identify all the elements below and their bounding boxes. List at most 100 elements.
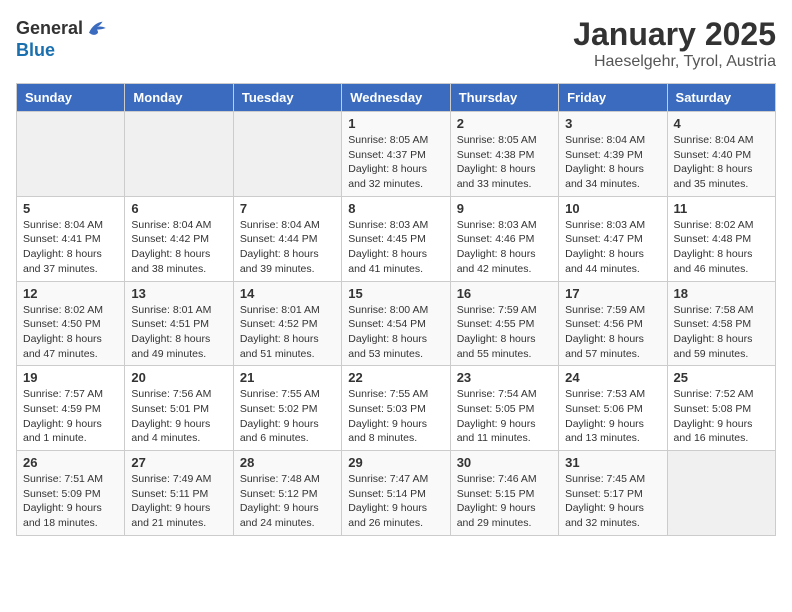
weekday-header-tuesday: Tuesday [233,84,341,112]
calendar-day-cell: 10 Sunrise: 8:03 AM Sunset: 4:47 PM Dayli… [559,196,667,281]
day-number: 9 [457,201,552,216]
day-info: Sunrise: 7:47 AM Sunset: 5:14 PM Dayligh… [348,472,443,531]
calendar-day-cell: 19 Sunrise: 7:57 AM Sunset: 4:59 PM Dayli… [17,366,125,451]
page-header: General Blue January 2025 Haeselgehr, Ty… [16,16,776,71]
day-info: Sunrise: 8:02 AM Sunset: 4:50 PM Dayligh… [23,303,118,362]
logo: General Blue [16,16,109,61]
day-info: Sunrise: 8:00 AM Sunset: 4:54 PM Dayligh… [348,303,443,362]
calendar-day-cell: 24 Sunrise: 7:53 AM Sunset: 5:06 PM Dayli… [559,366,667,451]
calendar-day-cell: 7 Sunrise: 8:04 AM Sunset: 4:44 PM Daylig… [233,196,341,281]
day-info: Sunrise: 7:51 AM Sunset: 5:09 PM Dayligh… [23,472,118,531]
calendar-table: SundayMondayTuesdayWednesdayThursdayFrid… [16,83,776,536]
calendar-day-cell: 15 Sunrise: 8:00 AM Sunset: 4:54 PM Dayli… [342,281,450,366]
calendar-day-cell: 1 Sunrise: 8:05 AM Sunset: 4:37 PM Daylig… [342,112,450,197]
day-number: 20 [131,370,226,385]
day-info: Sunrise: 8:03 AM Sunset: 4:47 PM Dayligh… [565,218,660,277]
logo-bird-icon [85,16,109,40]
day-info: Sunrise: 8:04 AM Sunset: 4:44 PM Dayligh… [240,218,335,277]
day-number: 7 [240,201,335,216]
day-info: Sunrise: 8:04 AM Sunset: 4:40 PM Dayligh… [674,133,769,192]
weekday-header-thursday: Thursday [450,84,558,112]
calendar-empty-cell [125,112,233,197]
calendar-day-cell: 12 Sunrise: 8:02 AM Sunset: 4:50 PM Dayli… [17,281,125,366]
day-info: Sunrise: 7:52 AM Sunset: 5:08 PM Dayligh… [674,387,769,446]
day-number: 10 [565,201,660,216]
day-number: 30 [457,455,552,470]
day-info: Sunrise: 8:03 AM Sunset: 4:46 PM Dayligh… [457,218,552,277]
weekday-header-wednesday: Wednesday [342,84,450,112]
calendar-empty-cell [233,112,341,197]
day-number: 19 [23,370,118,385]
location-title: Haeselgehr, Tyrol, Austria [573,53,776,71]
day-info: Sunrise: 7:54 AM Sunset: 5:05 PM Dayligh… [457,387,552,446]
day-info: Sunrise: 7:46 AM Sunset: 5:15 PM Dayligh… [457,472,552,531]
day-number: 31 [565,455,660,470]
title-block: January 2025 Haeselgehr, Tyrol, Austria [573,16,776,71]
day-number: 1 [348,116,443,131]
weekday-header-monday: Monday [125,84,233,112]
day-number: 14 [240,286,335,301]
calendar-day-cell: 29 Sunrise: 7:47 AM Sunset: 5:14 PM Dayli… [342,451,450,536]
calendar-week-row: 12 Sunrise: 8:02 AM Sunset: 4:50 PM Dayli… [17,281,776,366]
day-number: 27 [131,455,226,470]
day-info: Sunrise: 7:55 AM Sunset: 5:03 PM Dayligh… [348,387,443,446]
calendar-empty-cell [17,112,125,197]
day-info: Sunrise: 8:02 AM Sunset: 4:48 PM Dayligh… [674,218,769,277]
day-info: Sunrise: 7:59 AM Sunset: 4:55 PM Dayligh… [457,303,552,362]
calendar-day-cell: 17 Sunrise: 7:59 AM Sunset: 4:56 PM Dayli… [559,281,667,366]
calendar-week-row: 1 Sunrise: 8:05 AM Sunset: 4:37 PM Daylig… [17,112,776,197]
day-info: Sunrise: 7:55 AM Sunset: 5:02 PM Dayligh… [240,387,335,446]
day-number: 26 [23,455,118,470]
calendar-day-cell: 11 Sunrise: 8:02 AM Sunset: 4:48 PM Dayli… [667,196,775,281]
calendar-header-row: SundayMondayTuesdayWednesdayThursdayFrid… [17,84,776,112]
day-info: Sunrise: 7:48 AM Sunset: 5:12 PM Dayligh… [240,472,335,531]
calendar-day-cell: 27 Sunrise: 7:49 AM Sunset: 5:11 PM Dayli… [125,451,233,536]
logo-general-text: General [16,18,83,39]
calendar-day-cell: 21 Sunrise: 7:55 AM Sunset: 5:02 PM Dayli… [233,366,341,451]
day-number: 28 [240,455,335,470]
day-number: 12 [23,286,118,301]
calendar-day-cell: 26 Sunrise: 7:51 AM Sunset: 5:09 PM Dayli… [17,451,125,536]
day-number: 21 [240,370,335,385]
day-number: 6 [131,201,226,216]
day-info: Sunrise: 7:59 AM Sunset: 4:56 PM Dayligh… [565,303,660,362]
calendar-day-cell: 23Sunrise: 7:54 AM Sunset: 5:05 PM Dayli… [450,366,558,451]
day-info: Sunrise: 7:45 AM Sunset: 5:17 PM Dayligh… [565,472,660,531]
day-info: Sunrise: 7:53 AM Sunset: 5:06 PM Dayligh… [565,387,660,446]
calendar-day-cell: 16 Sunrise: 7:59 AM Sunset: 4:55 PM Dayli… [450,281,558,366]
calendar-day-cell: 30 Sunrise: 7:46 AM Sunset: 5:15 PM Dayli… [450,451,558,536]
calendar-day-cell: 22 Sunrise: 7:55 AM Sunset: 5:03 PM Dayli… [342,366,450,451]
day-info: Sunrise: 8:01 AM Sunset: 4:51 PM Dayligh… [131,303,226,362]
day-number: 25 [674,370,769,385]
calendar-week-row: 26 Sunrise: 7:51 AM Sunset: 5:09 PM Dayli… [17,451,776,536]
day-number: 5 [23,201,118,216]
day-number: 22 [348,370,443,385]
day-number: 29 [348,455,443,470]
day-number: 3 [565,116,660,131]
day-info: Sunrise: 8:05 AM Sunset: 4:38 PM Dayligh… [457,133,552,192]
day-info: Sunrise: 7:56 AM Sunset: 5:01 PM Dayligh… [131,387,226,446]
day-number: 16 [457,286,552,301]
day-number: 4 [674,116,769,131]
weekday-header-friday: Friday [559,84,667,112]
day-number: 17 [565,286,660,301]
day-number: 15 [348,286,443,301]
calendar-week-row: 5 Sunrise: 8:04 AM Sunset: 4:41 PM Daylig… [17,196,776,281]
calendar-day-cell: 14Sunrise: 8:01 AM Sunset: 4:52 PM Dayli… [233,281,341,366]
calendar-day-cell: 5 Sunrise: 8:04 AM Sunset: 4:41 PM Daylig… [17,196,125,281]
day-info: Sunrise: 8:04 AM Sunset: 4:42 PM Dayligh… [131,218,226,277]
day-info: Sunrise: 7:49 AM Sunset: 5:11 PM Dayligh… [131,472,226,531]
day-info: Sunrise: 8:05 AM Sunset: 4:37 PM Dayligh… [348,133,443,192]
day-info: Sunrise: 7:57 AM Sunset: 4:59 PM Dayligh… [23,387,118,446]
calendar-week-row: 19 Sunrise: 7:57 AM Sunset: 4:59 PM Dayli… [17,366,776,451]
day-info: Sunrise: 8:04 AM Sunset: 4:41 PM Dayligh… [23,218,118,277]
day-number: 24 [565,370,660,385]
calendar-day-cell: 8Sunrise: 8:03 AM Sunset: 4:45 PM Daylig… [342,196,450,281]
calendar-day-cell: 6 Sunrise: 8:04 AM Sunset: 4:42 PM Daylig… [125,196,233,281]
weekday-header-saturday: Saturday [667,84,775,112]
calendar-day-cell: 20 Sunrise: 7:56 AM Sunset: 5:01 PM Dayli… [125,366,233,451]
day-number: 11 [674,201,769,216]
day-number: 18 [674,286,769,301]
calendar-day-cell: 28 Sunrise: 7:48 AM Sunset: 5:12 PM Dayli… [233,451,341,536]
logo-blue-text: Blue [16,40,55,60]
